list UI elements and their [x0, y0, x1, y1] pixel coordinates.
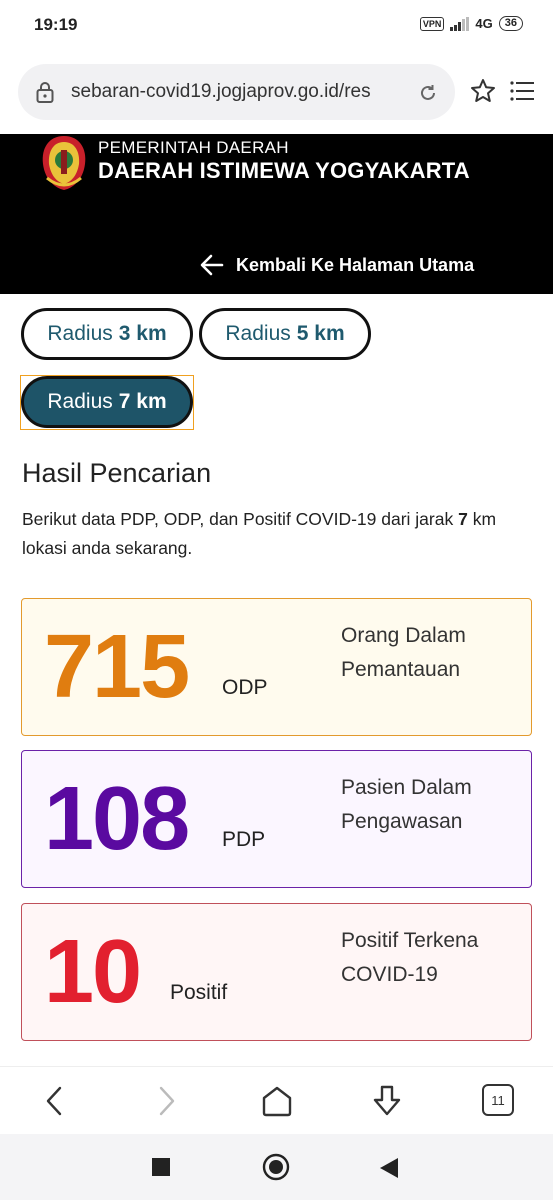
pdp-description: Pasien Dalam Pengawasan [341, 771, 521, 839]
pdp-count: 108 [44, 769, 190, 869]
odp-card: 715 ODP Orang Dalam Pemantauan [21, 598, 532, 736]
odp-description: Orang Dalam Pemantauan [341, 619, 521, 687]
odp-count: 715 [44, 617, 190, 717]
pdp-desc-line1: Pasien Dalam [341, 776, 472, 799]
results-description: Berikut data PDP, ODP, dan Positif COVID… [22, 505, 532, 563]
radius-value: 7 km [118, 390, 167, 413]
positif-card: 10 Positif Positif Terkena COVID-19 [21, 903, 532, 1041]
battery-level: 36 [504, 17, 517, 29]
menu-icon[interactable] [510, 80, 534, 102]
signal-icon [450, 16, 470, 31]
positif-desc-line1: Positif Terkena [341, 929, 479, 952]
home-icon[interactable] [260, 1084, 294, 1118]
url-text: sebaran-covid19.jogjaprov.go.id/res [71, 81, 371, 102]
download-icon[interactable] [370, 1084, 404, 1118]
star-icon[interactable] [470, 78, 496, 104]
system-nav-bar [0, 1134, 553, 1200]
status-time: 19:19 [34, 15, 78, 34]
header-banner: PEMERINTAH DAERAH DAERAH ISTIMEWA YOGYAK… [0, 134, 553, 294]
positif-description: Positif Terkena COVID-19 [341, 924, 521, 992]
radius-value: 3 km [118, 322, 167, 345]
radius-5km-button[interactable]: Radius 5 km [199, 308, 371, 360]
lock-icon [36, 82, 54, 103]
results-title: Hasil Pencarian [22, 458, 212, 488]
desc-distance: 7 [458, 509, 468, 529]
battery-icon: 36 [498, 16, 523, 31]
radius-prefix: Radius [47, 390, 113, 413]
recents-icon[interactable] [152, 1158, 170, 1176]
back-icon[interactable] [38, 1084, 72, 1118]
browser-toolbar: 11 [0, 1066, 553, 1134]
network-type: 4G [475, 16, 493, 31]
radius-prefix: Radius [225, 322, 291, 345]
radius-prefix: Radius [47, 322, 113, 345]
gov-title-line1: PEMERINTAH DAERAH [98, 138, 289, 157]
vpn-badge: VPN [419, 16, 445, 31]
odp-desc-line2: Pemantauan [341, 658, 461, 681]
url-field[interactable]: sebaran-covid19.jogjaprov.go.id/res [18, 64, 455, 120]
pdp-abbr: PDP [222, 828, 266, 851]
forward-icon[interactable] [149, 1084, 183, 1118]
odp-abbr: ODP [222, 676, 268, 699]
positif-count: 10 [44, 922, 142, 1022]
nav-back-icon[interactable] [380, 1158, 398, 1178]
pdp-desc-line2: Pengawasan [341, 810, 463, 833]
tabs-counter[interactable]: 11 [482, 1084, 514, 1116]
status-bar: 19:19 VPN 4G 36 [0, 0, 553, 52]
desc-text: Berikut data PDP, ODP, dan Positif COVID… [22, 509, 459, 529]
nav-home-icon[interactable] [262, 1153, 290, 1181]
radius-7km-button[interactable]: Radius 7 km [21, 376, 193, 428]
arrow-left-icon [200, 254, 224, 276]
positif-abbr: Positif [170, 981, 228, 1004]
reload-icon[interactable] [418, 83, 438, 103]
radius-value: 5 km [296, 322, 345, 345]
gov-title-line2: DAERAH ISTIMEWA YOGYAKARTA [98, 158, 470, 183]
back-link-label: Kembali Ke Halaman Utama [236, 254, 475, 275]
radius-3km-button[interactable]: Radius 3 km [21, 308, 193, 360]
positif-desc-line2: COVID-19 [341, 963, 438, 986]
back-to-home-link[interactable]: Kembali Ke Halaman Utama [200, 254, 474, 276]
pdp-card: 108 PDP Pasien Dalam Pengawasan [21, 750, 532, 888]
crest-logo [42, 136, 86, 190]
odp-desc-line1: Orang Dalam [341, 624, 466, 647]
status-icons: VPN 4G 36 [419, 16, 523, 31]
